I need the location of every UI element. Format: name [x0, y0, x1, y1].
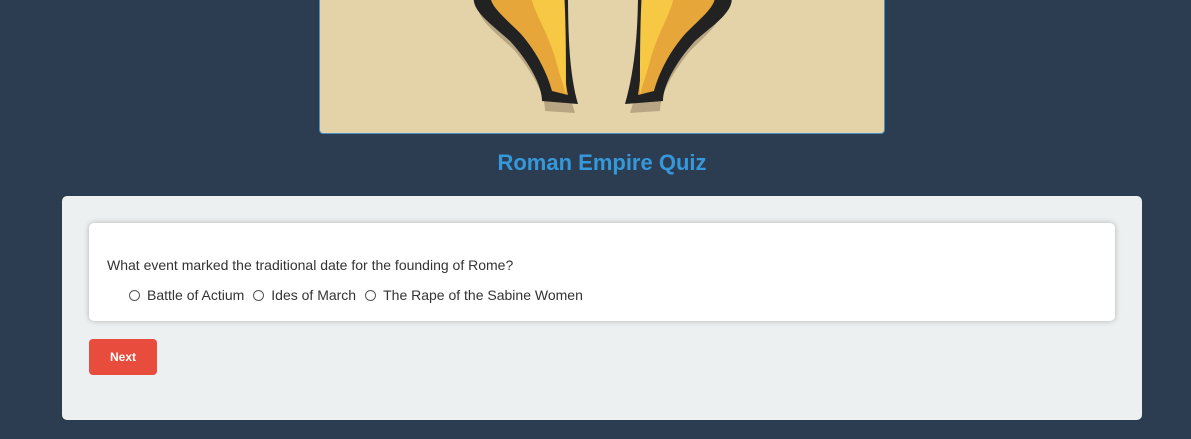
radio-button[interactable] [129, 289, 140, 301]
radio-button[interactable] [365, 289, 377, 301]
next-button[interactable]: Next [89, 339, 157, 375]
answer-options: Battle of Actium Ides of March The Rape … [129, 287, 592, 303]
answer-option-2[interactable]: Ides of March [253, 287, 356, 303]
answer-option-label: Ides of March [271, 287, 357, 303]
question-text: What event marked the traditional date f… [107, 257, 514, 273]
radio-button[interactable] [253, 289, 265, 301]
answer-option-label: Battle of Actium [147, 287, 245, 303]
answer-option-label: The Rape of the Sabine Women [383, 287, 583, 303]
question-card: What event marked the traditional date f… [89, 223, 1115, 321]
answer-option-3[interactable]: The Rape of the Sabine Women [365, 287, 583, 303]
hero-image [319, 0, 885, 134]
page-title: Roman Empire Quiz [497, 150, 707, 175]
answer-option-1[interactable]: Battle of Actium [129, 287, 244, 303]
quiz-panel: What event marked the traditional date f… [62, 196, 1142, 420]
spartan-helmet-icon [473, 0, 732, 113]
